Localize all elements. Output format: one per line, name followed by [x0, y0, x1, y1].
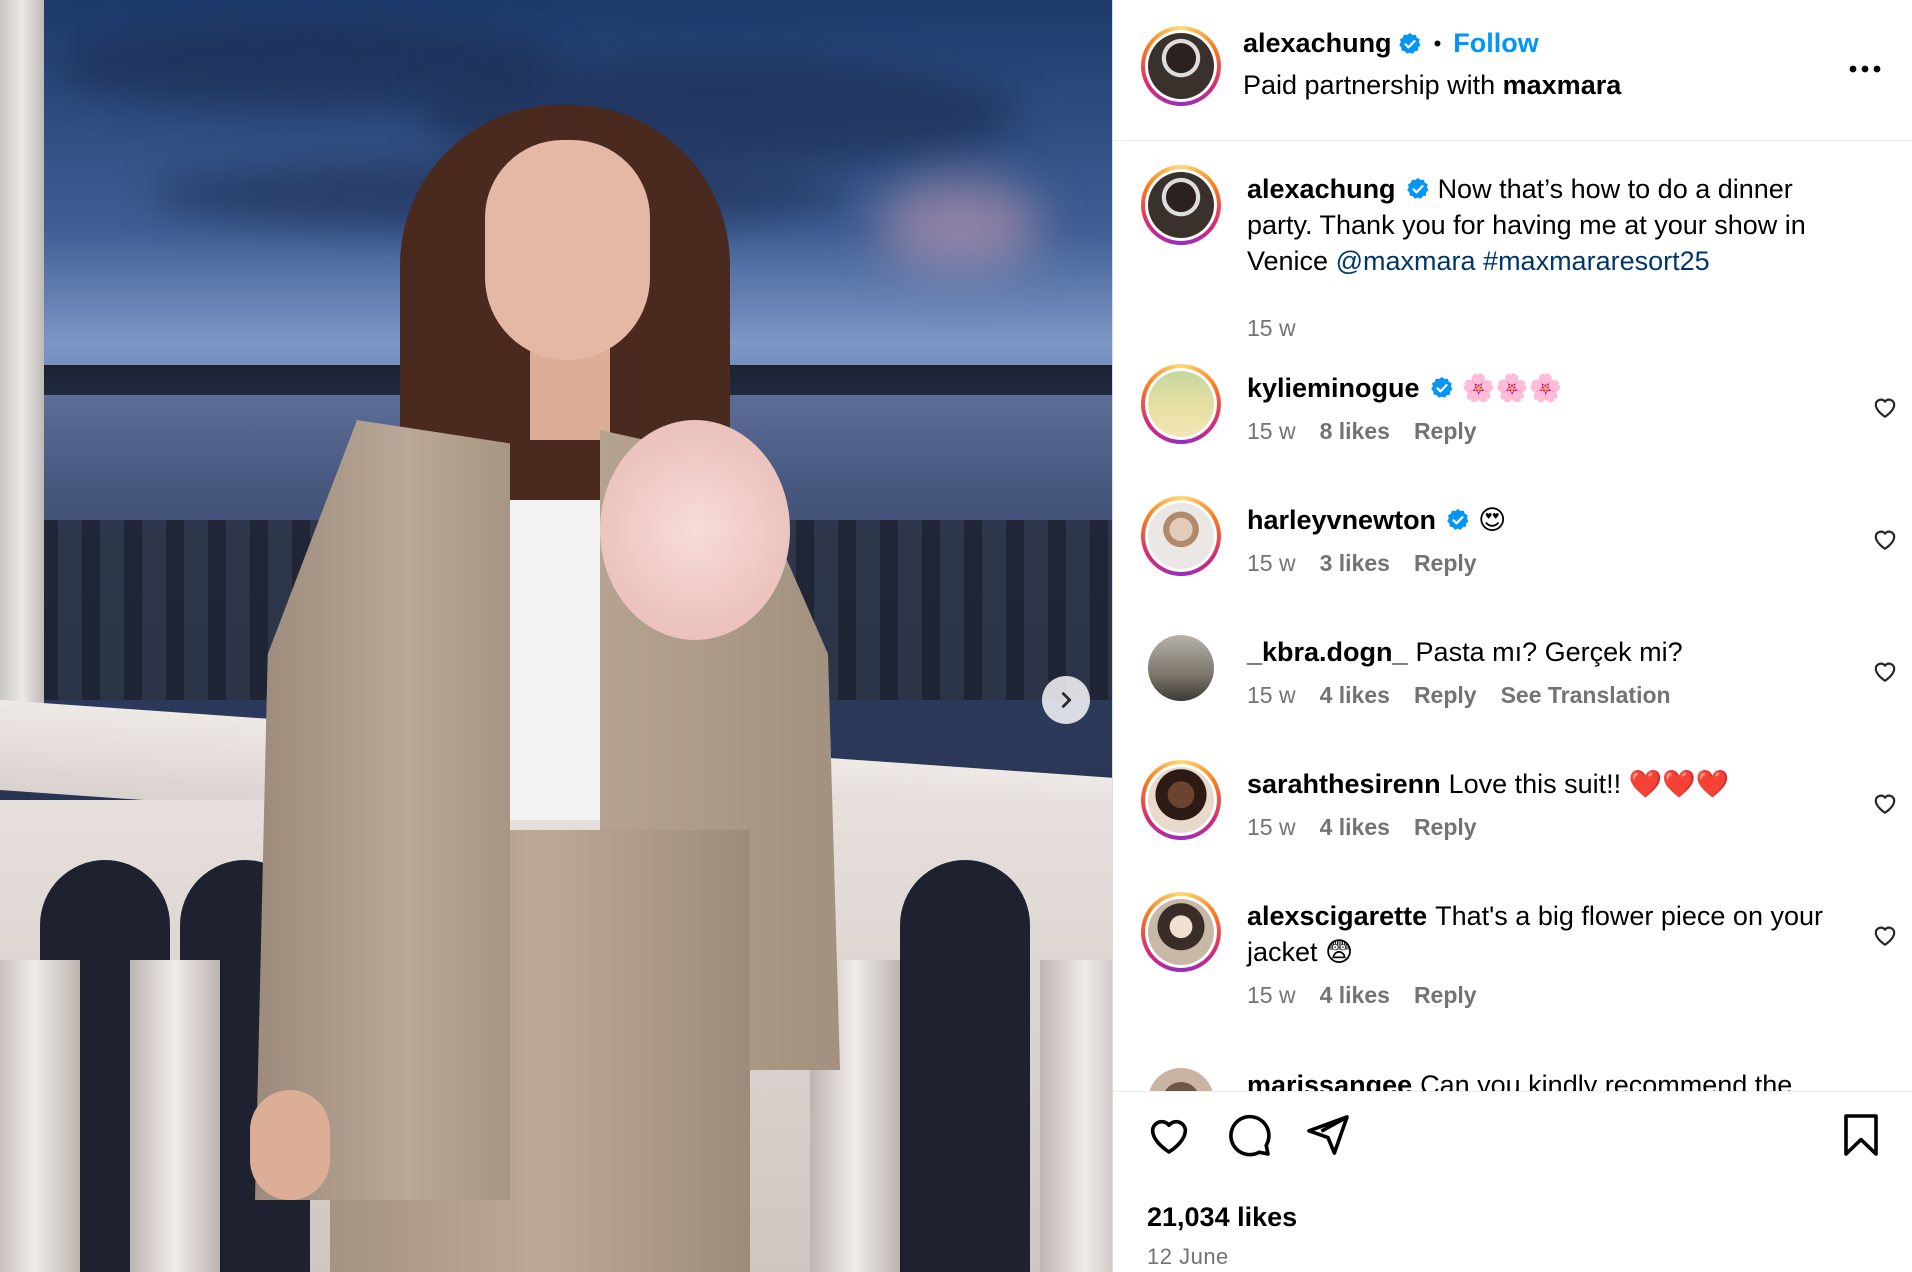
partner-link[interactable]: maxmara — [1503, 70, 1622, 100]
comments-list[interactable]: alexachung Now that’s how to do a dinner … — [1113, 141, 1912, 1091]
header-separator: • — [1433, 30, 1442, 56]
comment-likes[interactable]: 4 likes — [1320, 814, 1390, 841]
action-bar — [1113, 1110, 1912, 1180]
caption-username[interactable]: alexachung — [1247, 174, 1396, 204]
comment-username[interactable]: harleyvnewton — [1247, 505, 1436, 535]
comment-likes[interactable]: 3 likes — [1320, 550, 1390, 577]
follow-button[interactable]: Follow — [1453, 28, 1538, 59]
more-options-button[interactable] — [1845, 50, 1885, 80]
comment-time: 15 w — [1247, 814, 1296, 840]
comment-like-button[interactable] — [1871, 658, 1899, 686]
comment-reply[interactable]: Reply — [1414, 982, 1477, 1009]
heart-icon — [1874, 794, 1896, 815]
bookmark-icon — [1844, 1113, 1878, 1156]
verified-badge-icon — [1406, 178, 1429, 199]
comment-reply[interactable]: Reply — [1414, 550, 1477, 577]
comment-reply[interactable]: Reply — [1414, 682, 1477, 709]
heart-icon — [1874, 398, 1896, 419]
comment-likes[interactable]: 8 likes — [1320, 418, 1390, 445]
comment-username[interactable]: kylieminogue — [1247, 373, 1420, 403]
comment-avatar[interactable] — [1141, 496, 1221, 576]
post-photo[interactable] — [0, 0, 1112, 1272]
comment-text: 🌸🌸🌸 — [1461, 373, 1563, 403]
comment-time: 15 w — [1247, 550, 1296, 576]
more-icon — [1849, 65, 1881, 73]
verified-badge-icon — [1447, 509, 1469, 530]
comment-like-button[interactable] — [1871, 790, 1899, 818]
likes-count[interactable]: 21,034 likes — [1147, 1202, 1297, 1233]
comment-button[interactable] — [1223, 1110, 1275, 1162]
share-icon — [1307, 1114, 1349, 1155]
comment-avatar[interactable] — [1141, 760, 1221, 840]
comment-text: Can you kindly recommend the — [1420, 1070, 1793, 1091]
heart-icon — [1874, 926, 1896, 947]
verified-badge-icon — [1430, 377, 1453, 398]
comment-like-button[interactable] — [1871, 922, 1899, 950]
comment-icon — [1229, 1114, 1271, 1156]
see-translation-link[interactable]: See Translation — [1501, 682, 1671, 709]
post-sidebar: alexachung • Follow Paid partnership wit… — [1112, 0, 1912, 1272]
comment-like-button[interactable] — [1871, 394, 1899, 422]
comment-username[interactable]: marissangee — [1247, 1070, 1412, 1091]
divider — [1113, 1091, 1912, 1092]
comment-time: 15 w — [1247, 418, 1296, 444]
comment-likes[interactable]: 4 likes — [1320, 982, 1390, 1009]
share-button[interactable] — [1301, 1110, 1353, 1162]
heart-icon — [1150, 1119, 1188, 1154]
partnership-prefix: Paid partnership with — [1243, 70, 1503, 100]
comment-avatar[interactable] — [1141, 364, 1221, 444]
caption-mention[interactable]: @maxmara — [1336, 246, 1476, 276]
save-button[interactable] — [1835, 1110, 1887, 1162]
partnership-label: Paid partnership with maxmara — [1243, 70, 1621, 101]
comment-text: Pasta mı? Gerçek mi? — [1415, 637, 1683, 667]
comment-text: Love this suit!! ❤️❤️❤️ — [1448, 769, 1730, 799]
post-date: 12 June — [1147, 1244, 1229, 1269]
comment-avatar[interactable] — [1141, 1061, 1221, 1091]
caption-hashtag[interactable]: #maxmararesort25 — [1483, 246, 1710, 276]
caption-avatar[interactable] — [1141, 165, 1221, 245]
comment-username[interactable]: sarahthesirenn — [1247, 769, 1441, 799]
caption-time: 15 w — [1247, 315, 1296, 341]
chevron-right-icon — [1061, 692, 1072, 708]
comment-likes[interactable]: 4 likes — [1320, 682, 1390, 709]
comment-reply[interactable]: Reply — [1414, 418, 1477, 445]
comment-like-button[interactable] — [1871, 526, 1899, 554]
comment-text: 😍 — [1478, 505, 1507, 535]
author-username[interactable]: alexachung — [1243, 28, 1392, 59]
comment-avatar[interactable] — [1141, 892, 1221, 972]
comment-avatar[interactable] — [1141, 628, 1221, 708]
heart-icon — [1874, 530, 1896, 551]
comment-reply[interactable]: Reply — [1414, 814, 1477, 841]
comment-username[interactable]: _kbra.dogn_ — [1247, 637, 1408, 667]
next-image-button[interactable] — [1042, 676, 1090, 724]
like-button[interactable] — [1143, 1110, 1195, 1162]
heart-icon — [1874, 662, 1896, 683]
verified-badge-icon — [1398, 32, 1421, 54]
author-avatar[interactable] — [1141, 26, 1221, 106]
comment-time: 15 w — [1247, 982, 1296, 1008]
post-header: alexachung • Follow Paid partnership wit… — [1113, 0, 1912, 141]
comment-username[interactable]: alexscigarette — [1247, 901, 1427, 931]
comment-time: 15 w — [1247, 682, 1296, 708]
